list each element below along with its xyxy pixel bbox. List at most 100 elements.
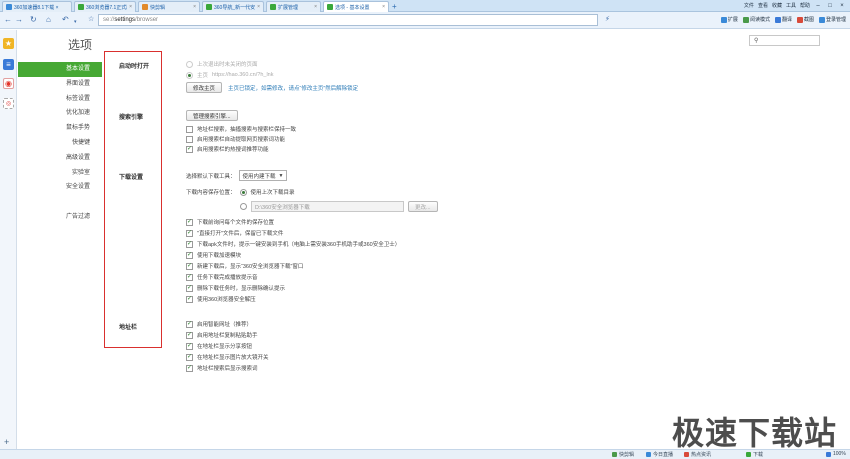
- checkbox-checked[interactable]: ✓: [186, 229, 193, 237]
- checkbox[interactable]: [186, 135, 193, 143]
- menu-interface[interactable]: 界面设置: [18, 77, 102, 92]
- download-path-input[interactable]: D:\360安全浏览器下载: [251, 201, 404, 212]
- checkbox-checked[interactable]: ✓: [186, 145, 193, 153]
- tab-6[interactable]: 选项 - 基本设置 ×: [323, 1, 389, 12]
- addressbar-option-5[interactable]: ✓ 地址栏搜索后显示搜索词: [186, 364, 258, 372]
- checkbox-checked[interactable]: ✓: [186, 331, 193, 339]
- addressbar-option-4[interactable]: ✓ 在地址栏显示图片放大镜开关: [186, 353, 269, 361]
- close-icon[interactable]: ×: [314, 4, 317, 10]
- back-icon[interactable]: ←: [4, 15, 12, 25]
- tab-3[interactable]: 快剪辑 ×: [138, 1, 200, 12]
- menu-tabs[interactable]: 标签设置: [18, 92, 102, 107]
- new-tab-icon[interactable]: +: [392, 2, 397, 11]
- addressbar-option-2[interactable]: ✓ 启用地址栏复制粘贴助手: [186, 331, 258, 339]
- checkbox-checked[interactable]: ✓: [186, 262, 193, 270]
- tab-1[interactable]: 360加速器8.1下载 ×: [2, 1, 72, 12]
- startup-option-last-session[interactable]: 上次退出时未关闭的页面: [186, 60, 258, 68]
- checkbox-checked[interactable]: ✓: [186, 251, 193, 259]
- menu-tools[interactable]: 工具: [786, 2, 796, 9]
- login-manager-button[interactable]: 登录管理: [818, 16, 846, 23]
- radio-last-session[interactable]: [186, 60, 193, 68]
- share-icon[interactable]: ◎: [3, 98, 14, 109]
- radio-custom-dir[interactable]: [240, 203, 247, 210]
- screenshot-button[interactable]: 截图: [796, 16, 814, 23]
- close-icon[interactable]: ×: [382, 4, 385, 10]
- download-option-8[interactable]: ✓ 使用360浏览器安全解压: [186, 295, 256, 303]
- tab-4[interactable]: 360导航_新一代安全上网导航 ×: [202, 1, 264, 12]
- checkbox-checked[interactable]: ✓: [186, 218, 193, 226]
- settings-search-input[interactable]: ⚲: [749, 35, 820, 46]
- menu-favorites[interactable]: 收藏: [772, 2, 782, 9]
- download-option-4[interactable]: ✓ 使用下载加速模块: [186, 251, 241, 259]
- download-tool-select[interactable]: 使用内建下载 ▼: [238, 170, 288, 181]
- menu-shortcuts[interactable]: 快捷键: [18, 136, 102, 151]
- home-icon[interactable]: ⌂: [46, 15, 51, 25]
- search-option-3[interactable]: ✓ 启用搜索栏的热搜词推荐功能: [186, 145, 269, 153]
- download-option-7[interactable]: ✓ 删除下载任务时，显示删除确认提示: [186, 284, 285, 292]
- addressbar-option-1[interactable]: ✓ 启用智能网址（推荐）: [186, 320, 252, 328]
- search-option-2[interactable]: 启用搜索栏自动提取网页搜索词功能: [186, 135, 285, 143]
- read-mode-button[interactable]: 阅读模式: [742, 16, 770, 23]
- checkbox-checked[interactable]: ✓: [186, 320, 193, 328]
- radio-homepage[interactable]: [186, 71, 193, 79]
- live-button[interactable]: 今日直播: [646, 451, 673, 458]
- addressbar-option-3[interactable]: ✓ 在地址栏显示分享按钮: [186, 342, 252, 350]
- checkbox-checked[interactable]: ✓: [186, 342, 193, 350]
- menu-file[interactable]: 文件: [744, 2, 754, 9]
- weibo-icon[interactable]: ◉: [3, 78, 14, 89]
- maximize-icon[interactable]: □: [826, 3, 834, 9]
- close-icon[interactable]: ×: [257, 4, 260, 10]
- translate-button[interactable]: 翻译: [774, 16, 792, 23]
- checkbox-checked[interactable]: ✓: [186, 295, 193, 303]
- menu-security[interactable]: 安全设置: [18, 180, 102, 195]
- site-icon: [270, 4, 276, 10]
- minimize-icon[interactable]: –: [814, 3, 822, 9]
- menu-gestures[interactable]: 鼠标手势: [18, 121, 102, 136]
- download-button[interactable]: 下载: [746, 451, 763, 458]
- radio-last-dir[interactable]: [239, 188, 247, 196]
- checkbox-checked[interactable]: ✓: [186, 353, 193, 361]
- notes-icon[interactable]: ≡: [3, 59, 14, 70]
- forward-icon[interactable]: →: [15, 15, 23, 25]
- checkbox-checked[interactable]: ✓: [186, 273, 193, 281]
- menu-basic[interactable]: 基本设置: [18, 62, 102, 77]
- history-dropdown-icon[interactable]: ▾: [74, 17, 77, 27]
- kuaijianji-button[interactable]: 快剪辑: [612, 451, 634, 458]
- checkbox-checked[interactable]: ✓: [186, 364, 193, 372]
- download-option-3[interactable]: ✓ 下载apk文件时，提示一键安装到手机（电脑上需安装360手机助手或360安全卫…: [186, 240, 400, 248]
- download-option-5[interactable]: ✓ 新建下载后，显示“360安全浏览器下载”窗口: [186, 262, 303, 270]
- address-bar[interactable]: se:// settings /browser: [98, 14, 598, 26]
- menu-lab[interactable]: 实验室: [18, 166, 102, 181]
- zoom-level[interactable]: 100%: [826, 451, 846, 457]
- download-option-2[interactable]: ✓ "直接打开"文件后，保留已下载文件: [186, 229, 283, 237]
- favorite-star-icon[interactable]: ☆: [88, 15, 94, 23]
- close-icon[interactable]: ×: [129, 4, 132, 10]
- menu-view[interactable]: 查看: [758, 2, 768, 9]
- tab-5[interactable]: 扩展管理 ×: [266, 1, 321, 12]
- close-window-icon[interactable]: ×: [838, 3, 846, 9]
- tab-2[interactable]: 360浏览器7.1正式版 ×: [74, 1, 136, 12]
- download-option-1[interactable]: ✓ 下载前询问每个文件的保存位置: [186, 218, 274, 226]
- menu-adblock[interactable]: 广告过滤: [18, 210, 102, 225]
- checkbox-checked[interactable]: ✓: [186, 284, 193, 292]
- favorites-star-icon[interactable]: ★: [3, 38, 14, 49]
- close-icon[interactable]: ×: [193, 4, 196, 10]
- undo-icon[interactable]: ↶: [62, 15, 69, 25]
- search-option-1[interactable]: 地址栏搜索，抽搐搜索与搜索栏保持一致: [186, 125, 296, 133]
- hot-news-button[interactable]: 热点资讯: [684, 451, 711, 458]
- extensions-button[interactable]: 扩展: [720, 16, 738, 23]
- menu-optimize[interactable]: 优化加速: [18, 106, 102, 121]
- checkbox-checked[interactable]: ✓: [186, 240, 193, 248]
- menu-help[interactable]: 帮助: [800, 2, 810, 9]
- lightning-icon[interactable]: ⚡: [605, 15, 610, 23]
- startup-option-homepage[interactable]: 主页 https://hao.360.cn/?h_lnk: [186, 71, 273, 79]
- url-path: /browser: [135, 17, 159, 23]
- change-path-button[interactable]: 更改...: [408, 201, 438, 212]
- reload-icon[interactable]: ↻: [30, 15, 37, 25]
- manage-search-engines-button[interactable]: 管理搜索引擎...: [186, 110, 238, 121]
- modify-homepage-button[interactable]: 修改主页: [186, 82, 223, 93]
- download-option-6[interactable]: ✓ 任务下载完成播放提示音: [186, 273, 258, 281]
- checkbox[interactable]: [186, 125, 193, 133]
- add-sidebar-icon[interactable]: +: [4, 437, 9, 447]
- menu-advanced[interactable]: 高级设置: [18, 151, 102, 166]
